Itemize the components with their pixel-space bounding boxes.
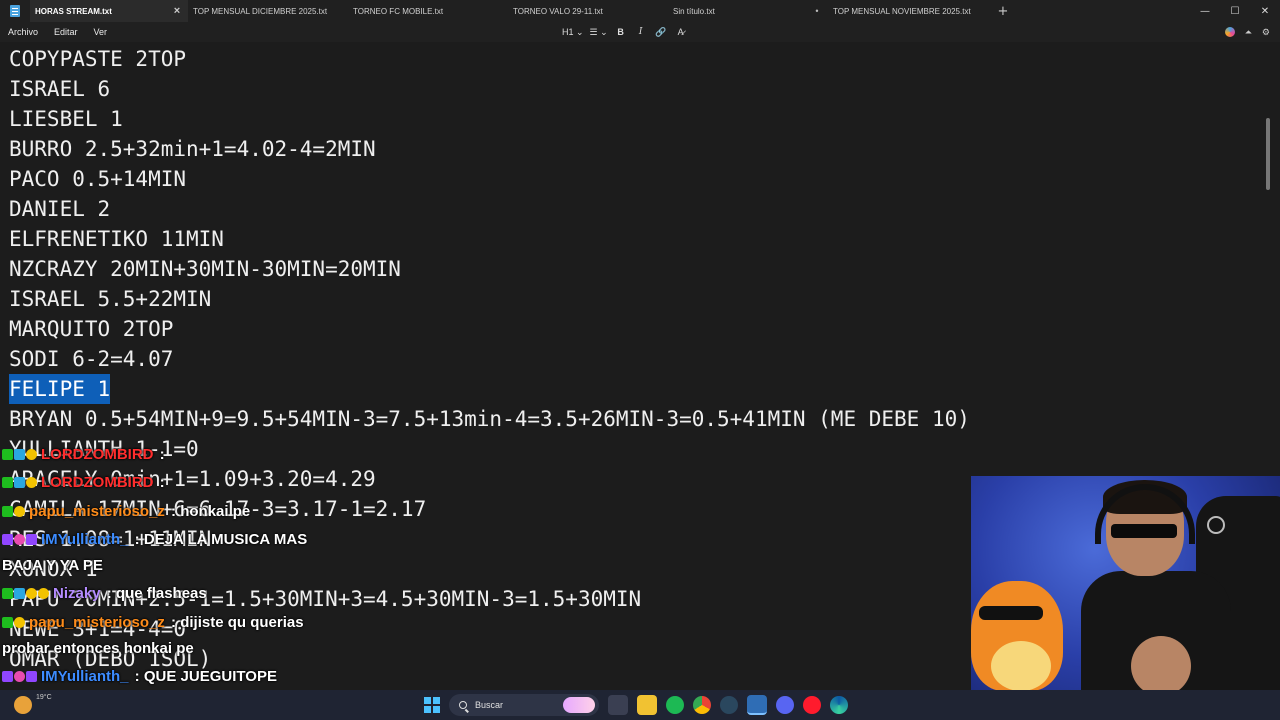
close-window-button[interactable]: ✕ xyxy=(1250,0,1280,22)
format-toolbar: H1 ⌄ ☰ ⌄ B I 🔗 A̷ xyxy=(562,22,688,42)
tab-label: TOP MENSUAL DICIEMBRE 2025.txt xyxy=(193,6,328,16)
temperature-label: 19°C xyxy=(36,694,52,701)
weather-icon[interactable] xyxy=(14,696,32,714)
search-highlight-icon xyxy=(563,697,595,713)
text-line: ISRAEL 6 xyxy=(9,77,111,101)
notepad-app-icon xyxy=(0,0,30,22)
chair-logo-icon xyxy=(1207,516,1225,534)
text-line: NEWE 3+1=4-4=0 xyxy=(9,617,187,641)
text-line: OMAR (DEBO 1SOL) xyxy=(9,647,212,670)
tab-label: TOP MENSUAL NOVIEMBRE 2025.txt xyxy=(833,6,971,16)
search-placeholder: Buscar xyxy=(475,700,504,710)
chat-badges-icon xyxy=(2,668,38,685)
bold-button[interactable]: B xyxy=(614,27,628,37)
new-tab-button[interactable]: + xyxy=(988,0,1018,22)
text-line: YULLIANTH 1-1=0 xyxy=(9,437,199,461)
tab-label: HORAS STREAM.txt xyxy=(35,6,112,16)
tab-label: Sin título.txt xyxy=(673,6,715,16)
copilot-icon[interactable] xyxy=(1224,27,1235,37)
text-line: XONOX 1 xyxy=(9,557,98,581)
tab-top-mensual-noviembre[interactable]: TOP MENSUAL NOVIEMBRE 2025.txt xyxy=(828,0,988,22)
menu-file[interactable]: Archivo xyxy=(0,27,46,37)
menu-view[interactable]: Ver xyxy=(86,27,116,37)
tab-horas-stream[interactable]: HORAS STREAM.txt × xyxy=(30,0,188,22)
unsaved-dot-icon: • xyxy=(815,6,819,16)
opera-icon[interactable] xyxy=(803,696,821,714)
text-line: NZCRAZY 20MIN+30MIN-30MIN=20MIN xyxy=(9,257,401,281)
link-button[interactable]: 🔗 xyxy=(654,27,668,38)
chat-separator: : xyxy=(130,668,144,685)
list-dropdown[interactable]: ☰ ⌄ xyxy=(590,27,608,38)
vertical-scrollbar[interactable] xyxy=(1266,118,1270,190)
account-icon[interactable]: ⏶ xyxy=(1245,27,1252,38)
tab-sin-titulo[interactable]: Sin título.txt • xyxy=(668,0,828,22)
text-line: MARQUITO 2TOP xyxy=(9,317,174,341)
sunglasses-icon xyxy=(1111,524,1177,538)
tab-torneo-valo[interactable]: TORNEO VALO 29-11.txt xyxy=(508,0,668,22)
task-view-icon[interactable] xyxy=(608,695,628,715)
text-line: LIESBEL 1 xyxy=(9,107,123,131)
edge-icon[interactable] xyxy=(830,696,848,714)
file-explorer-icon[interactable] xyxy=(637,695,657,715)
text-line: BRYAN 0.5+54MIN+9=9.5+54MIN-3=7.5+13min-… xyxy=(9,407,970,431)
steam-icon[interactable] xyxy=(720,696,738,714)
window-controls: — ☐ ✕ xyxy=(1190,0,1280,22)
text-line: RES 1.08=1+11MIN xyxy=(9,527,212,551)
minimize-button[interactable]: — xyxy=(1190,0,1220,22)
streamer-arm xyxy=(1131,636,1191,696)
taskbar-search[interactable]: Buscar xyxy=(449,694,599,716)
chrome-icon[interactable] xyxy=(693,696,711,714)
chat-username: IMYullianth_ xyxy=(41,668,129,685)
notepad-taskbar-icon[interactable] xyxy=(747,695,767,715)
clear-format-button[interactable]: A̷ xyxy=(674,27,688,37)
spotify-icon[interactable] xyxy=(666,696,684,714)
heading-dropdown[interactable]: H1 ⌄ xyxy=(562,27,584,38)
tab-torneo-fc-mobile[interactable]: TORNEO FC MOBILE.txt xyxy=(348,0,508,22)
text-line: ISRAEL 5.5+22MIN xyxy=(9,287,212,311)
chat-text: QUE JUEGUITOPE xyxy=(143,668,277,685)
windows-taskbar: 19°C Buscar xyxy=(0,690,1280,720)
italic-button[interactable]: I xyxy=(634,27,648,37)
text-line: DANIEL 2 xyxy=(9,197,111,221)
tab-top-mensual-diciembre[interactable]: TOP MENSUAL DICIEMBRE 2025.txt xyxy=(188,0,348,22)
tab-label: TORNEO VALO 29-11.txt xyxy=(513,6,603,16)
selected-text-line: FELIPE 1 xyxy=(9,374,111,404)
text-line: PACO 0.5+14MIN xyxy=(9,167,187,191)
text-line: ELFRENETIKO 11MIN xyxy=(9,227,224,251)
taskbar-apps: Buscar xyxy=(424,694,848,716)
right-tools: ⏶ ⚙ xyxy=(1224,22,1270,42)
maximize-button[interactable]: ☐ xyxy=(1220,0,1250,22)
start-button[interactable] xyxy=(424,697,440,713)
webcam-feed xyxy=(971,476,1280,720)
tab-label: TORNEO FC MOBILE.txt xyxy=(353,6,444,16)
menu-bar: Archivo Editar Ver H1 ⌄ ☰ ⌄ B I 🔗 A̷ ⏶ ⚙ xyxy=(0,22,1280,42)
discord-icon[interactable] xyxy=(776,696,794,714)
plush-sunglasses-icon xyxy=(979,606,1043,620)
text-line: PAPU 20MIN+2.5-1=1.5+30MIN+3=4.5+30MIN-3… xyxy=(9,587,642,611)
text-line: ARACELY 0min+1=1.09+3.20=4.29 xyxy=(9,467,376,491)
plush-toy-belly xyxy=(991,641,1051,691)
menu-edit[interactable]: Editar xyxy=(46,27,86,37)
text-line: SODI 6-2=4.07 xyxy=(9,347,174,371)
text-line: COPYPASTE 2TOP xyxy=(9,47,187,71)
settings-gear-icon[interactable]: ⚙ xyxy=(1262,27,1270,38)
search-icon xyxy=(459,701,467,709)
chat-message: IMYullianth_ : QUE JUEGUITOPE xyxy=(2,668,277,685)
tab-bar: HORAS STREAM.txt × TOP MENSUAL DICIEMBRE… xyxy=(0,0,1280,22)
text-line: BURRO 2.5+32min+1=4.02-4=2MIN xyxy=(9,137,376,161)
text-line: CAMILA 17MIN+6=6.17-3=3.17-1=2.17 xyxy=(9,497,427,521)
close-tab-icon[interactable]: × xyxy=(166,5,188,17)
